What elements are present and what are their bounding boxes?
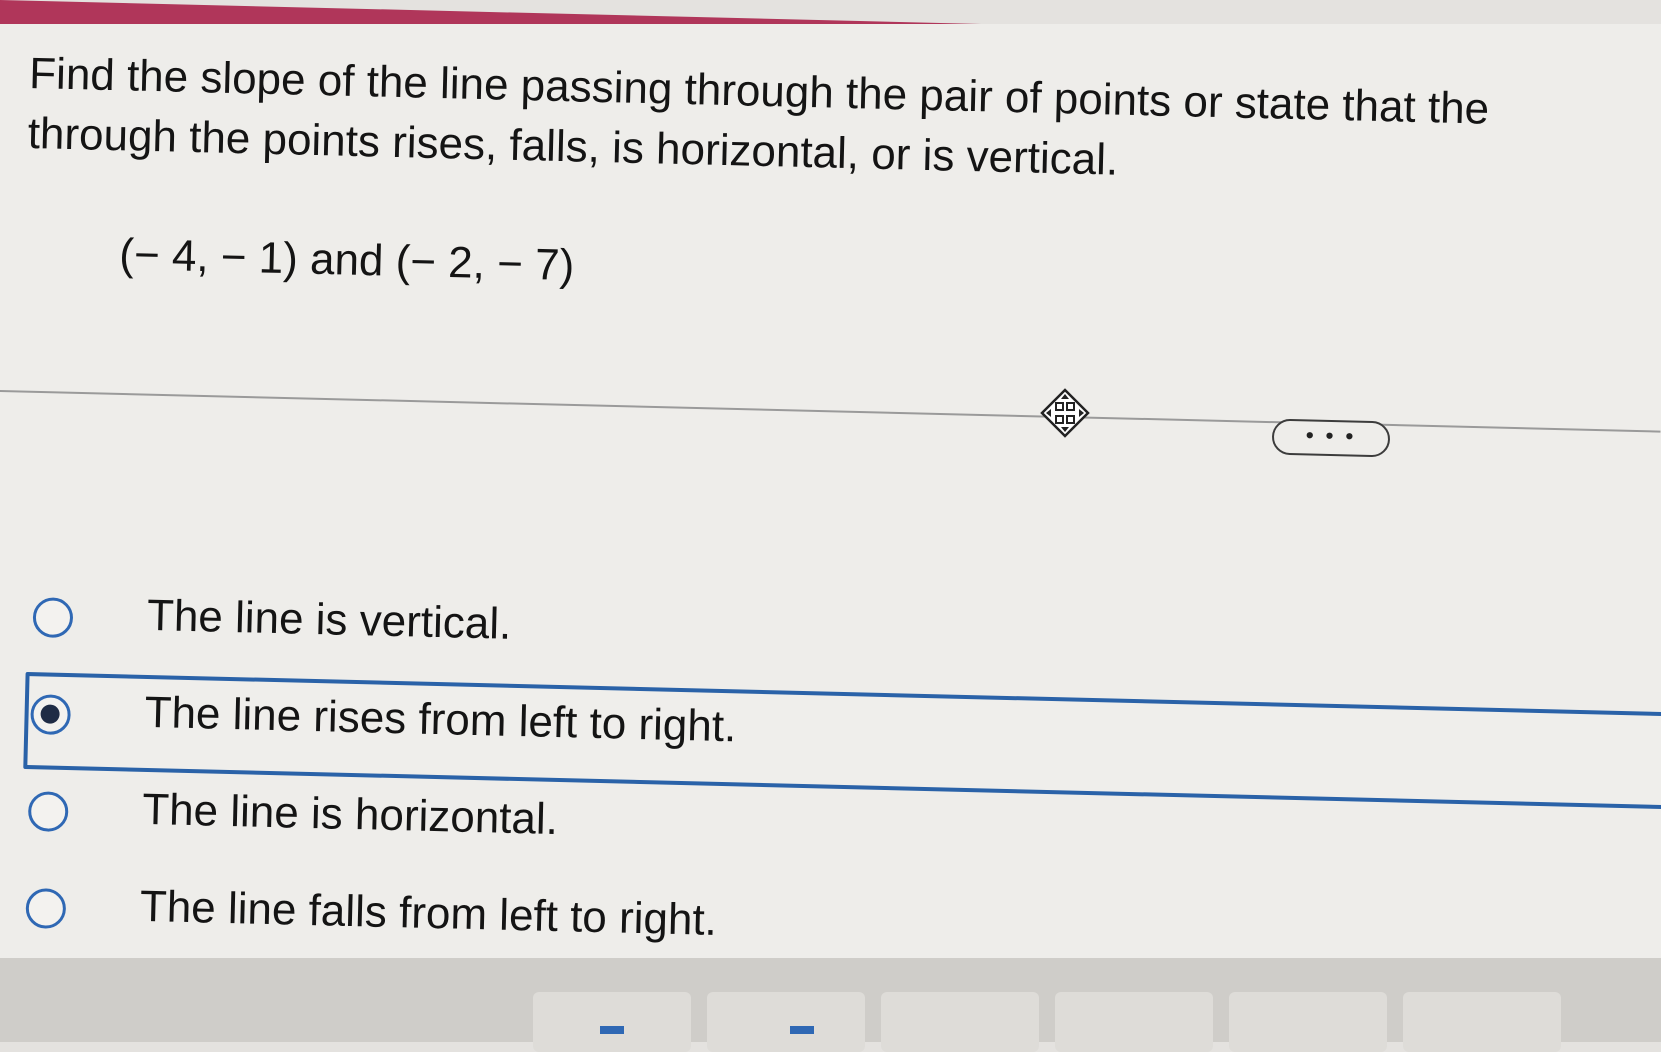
nav-tile[interactable]: [533, 992, 691, 1052]
bottom-navigation: [0, 958, 1661, 1052]
nav-tile[interactable]: [1229, 992, 1387, 1052]
option-label: The line rises from left to right.: [144, 687, 737, 752]
option-label: The line is horizontal.: [141, 784, 559, 845]
radio-selected-dot: [40, 704, 60, 724]
nav-indicator: [600, 1026, 624, 1034]
nav-tile[interactable]: [1055, 992, 1213, 1052]
answer-options: The line is vertical. The line rises fro…: [19, 575, 1661, 1004]
nav-tile[interactable]: [881, 992, 1039, 1052]
option-label: The line falls from left to right.: [139, 881, 718, 945]
radio-button-icon[interactable]: [30, 694, 72, 736]
radio-button-icon[interactable]: [27, 791, 69, 833]
nav-tile[interactable]: [707, 992, 865, 1052]
move-icon[interactable]: [1040, 388, 1090, 438]
nav-tile[interactable]: [1403, 992, 1561, 1052]
more-options-button[interactable]: • • •: [1271, 418, 1391, 458]
radio-button-icon[interactable]: [32, 597, 74, 639]
radio-button-icon[interactable]: [25, 888, 67, 930]
nav-indicator: [790, 1026, 814, 1034]
option-label: The line is vertical.: [146, 590, 512, 649]
